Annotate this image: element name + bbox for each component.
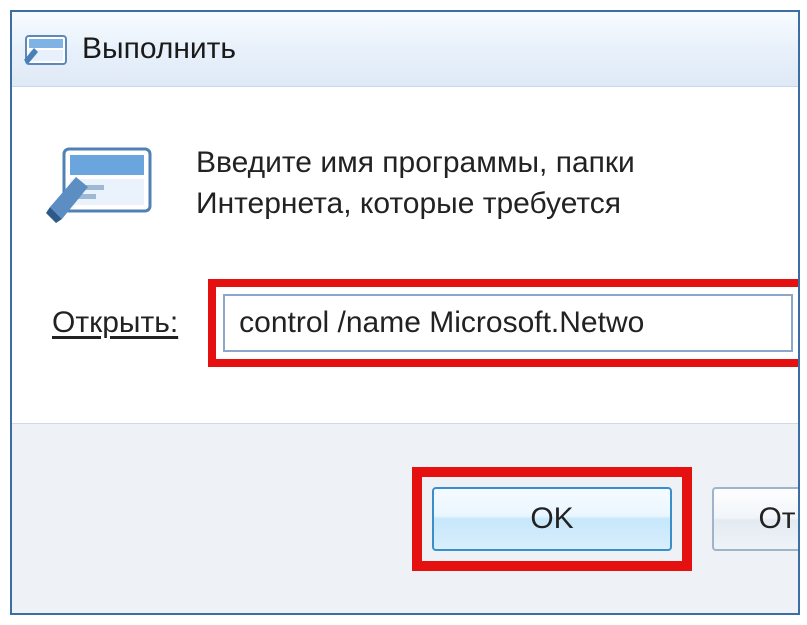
button-area: OK От: [12, 423, 798, 613]
open-label: Открыть:: [52, 306, 178, 340]
titlebar[interactable]: Выполнить: [12, 12, 798, 87]
info-row: Введите имя программы, папки Интернета, …: [12, 137, 798, 227]
run-program-icon: [46, 137, 156, 227]
run-dialog: Выполнить Введите имя программы, папки И…: [10, 10, 800, 615]
info-text-line1: Введите имя программы, папки: [196, 143, 635, 184]
info-text-line2: Интернета, которые требуется: [196, 184, 635, 225]
run-titlebar-icon: [24, 30, 68, 68]
dialog-client-area: Введите имя программы, папки Интернета, …: [12, 87, 798, 427]
dialog-title: Выполнить: [82, 32, 236, 66]
open-input[interactable]: [223, 294, 793, 352]
input-highlight-box: [208, 279, 800, 367]
ok-button[interactable]: OK: [432, 487, 672, 551]
ok-highlight-box: OK: [412, 467, 692, 571]
open-row: Открыть:: [12, 279, 798, 367]
info-text: Введите имя программы, папки Интернета, …: [196, 137, 635, 224]
cancel-button[interactable]: От: [712, 487, 800, 551]
